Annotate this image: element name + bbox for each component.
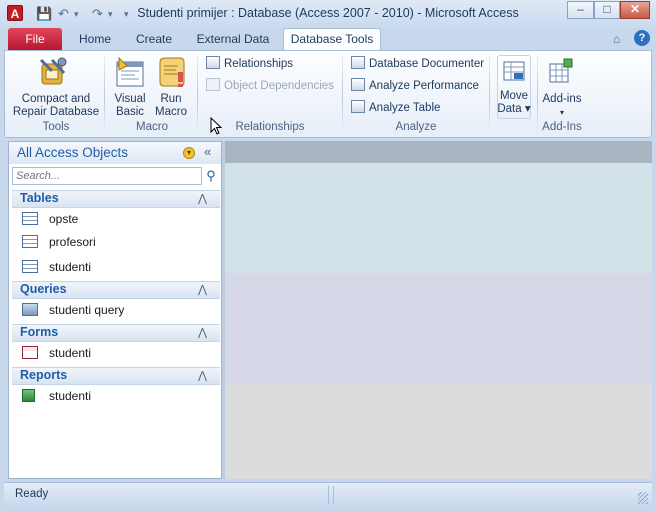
nav-item-query-studenti[interactable]: studenti query bbox=[49, 303, 124, 317]
table-icon bbox=[22, 260, 38, 273]
move-data-icon bbox=[503, 61, 525, 81]
work-area-band bbox=[225, 383, 652, 479]
nav-item-report-studenti[interactable]: studenti bbox=[49, 389, 91, 403]
analyze-table-icon bbox=[351, 100, 365, 113]
run-macro-icon bbox=[159, 57, 185, 87]
status-text: Ready bbox=[15, 488, 49, 500]
group-separator bbox=[197, 56, 198, 134]
close-button[interactable]: ✕ bbox=[620, 1, 650, 19]
analyze-performance-label: Analyze Performance bbox=[369, 80, 479, 92]
visual-basic-line1: Visual bbox=[114, 93, 146, 105]
query-icon bbox=[22, 303, 38, 316]
relationships-button[interactable]: Relationships bbox=[206, 55, 293, 73]
visual-basic-button[interactable]: Visual Basic bbox=[110, 93, 150, 119]
object-dependencies-button[interactable]: Object Dependencies bbox=[206, 77, 334, 95]
category-label-tables: Tables bbox=[20, 191, 59, 205]
resize-grip-icon[interactable] bbox=[638, 492, 648, 504]
tab-external-data[interactable]: External Data bbox=[188, 28, 278, 50]
analyze-performance-button[interactable]: Analyze Performance bbox=[351, 77, 479, 95]
object-dependencies-icon bbox=[206, 78, 220, 91]
analyze-performance-icon bbox=[351, 78, 365, 91]
document-tab-strip bbox=[225, 141, 652, 163]
tab-database-tools[interactable]: Database Tools bbox=[283, 28, 381, 51]
analyze-table-button[interactable]: Analyze Table bbox=[351, 99, 440, 117]
group-label-relationships: Relationships bbox=[235, 121, 305, 133]
window-title: Studenti primijer : Database (Access 200… bbox=[137, 6, 519, 20]
collapse-chevron-icon[interactable]: ⋀ bbox=[198, 326, 207, 339]
object-dependencies-label: Object Dependencies bbox=[224, 80, 334, 92]
nav-menu-dropdown-icon[interactable]: ▾ bbox=[183, 147, 195, 159]
status-divider bbox=[333, 486, 334, 504]
table-icon bbox=[22, 235, 38, 248]
add-ins-button[interactable]: Add-ins ▾ bbox=[538, 93, 586, 119]
group-label-tools: Tools bbox=[42, 121, 70, 133]
move-data-line1: Move bbox=[499, 90, 529, 102]
relationships-icon bbox=[206, 56, 220, 69]
group-label-analyze: Analyze bbox=[395, 121, 437, 133]
compact-label-line2: Repair Database bbox=[12, 106, 100, 118]
visual-basic-line2: Basic bbox=[115, 106, 145, 118]
form-icon bbox=[22, 346, 38, 359]
nav-item-form-studenti[interactable]: studenti bbox=[49, 346, 91, 360]
work-area-band bbox=[225, 163, 652, 273]
add-ins-dropdown-icon: ▾ bbox=[559, 108, 564, 117]
shutter-bar-collapse-icon[interactable]: « bbox=[204, 144, 211, 159]
documenter-label: Database Documenter bbox=[369, 58, 485, 70]
collapse-chevron-icon[interactable]: ⋀ bbox=[198, 283, 207, 296]
nav-pane-title[interactable]: All Access Objects bbox=[17, 145, 128, 160]
search-icon[interactable]: ⚲ bbox=[203, 167, 219, 185]
relationships-label: Relationships bbox=[224, 58, 294, 70]
tab-home[interactable]: Home bbox=[70, 28, 120, 50]
table-icon bbox=[22, 212, 38, 225]
tab-create[interactable]: Create bbox=[128, 28, 180, 50]
group-separator bbox=[104, 56, 105, 134]
category-label-queries: Queries bbox=[20, 282, 67, 296]
collapse-chevron-icon[interactable]: ⋀ bbox=[198, 369, 207, 382]
documenter-icon bbox=[351, 56, 365, 69]
work-area-band bbox=[225, 273, 652, 383]
database-documenter-button[interactable]: Database Documenter bbox=[351, 55, 484, 73]
nav-item-table-profesori[interactable]: profesori bbox=[49, 235, 96, 249]
status-divider bbox=[328, 486, 329, 504]
minimize-ribbon-icon[interactable]: ⌂ bbox=[613, 32, 620, 46]
move-data-label: Move Data ▾ bbox=[494, 90, 534, 116]
analyze-table-label: Analyze Table bbox=[369, 102, 441, 114]
add-ins-line1: Add-ins bbox=[542, 93, 582, 105]
nav-search-input[interactable] bbox=[12, 167, 202, 185]
compact-repair-button[interactable]: Compact and Repair Database bbox=[10, 93, 102, 119]
category-label-forms: Forms bbox=[20, 325, 59, 339]
nav-item-table-opste[interactable]: opste bbox=[49, 212, 78, 226]
add-ins-icon bbox=[549, 58, 573, 83]
group-label-macro: Macro bbox=[136, 121, 168, 133]
tab-file[interactable]: File bbox=[8, 28, 62, 50]
run-macro-button[interactable]: Run Macro bbox=[151, 93, 191, 119]
run-macro-line1: Run bbox=[160, 93, 182, 105]
report-icon bbox=[22, 389, 35, 402]
nav-item-table-studenti[interactable]: studenti bbox=[49, 260, 91, 274]
compact-repair-icon bbox=[39, 57, 67, 85]
collapse-chevron-icon[interactable]: ⋀ bbox=[198, 192, 207, 205]
run-macro-line2: Macro bbox=[155, 106, 187, 118]
visual-basic-icon bbox=[116, 56, 144, 87]
group-separator bbox=[489, 56, 490, 134]
minimize-button[interactable]: – bbox=[567, 1, 594, 19]
group-separator bbox=[342, 56, 343, 134]
help-icon[interactable]: ? bbox=[634, 30, 650, 46]
compact-label-line1: Compact and bbox=[21, 93, 91, 105]
maximize-button[interactable]: □ bbox=[594, 1, 620, 19]
group-label-add-ins: Add-Ins bbox=[542, 121, 582, 133]
move-data-line2: Data ▾ bbox=[497, 103, 531, 115]
category-label-reports: Reports bbox=[20, 368, 68, 382]
